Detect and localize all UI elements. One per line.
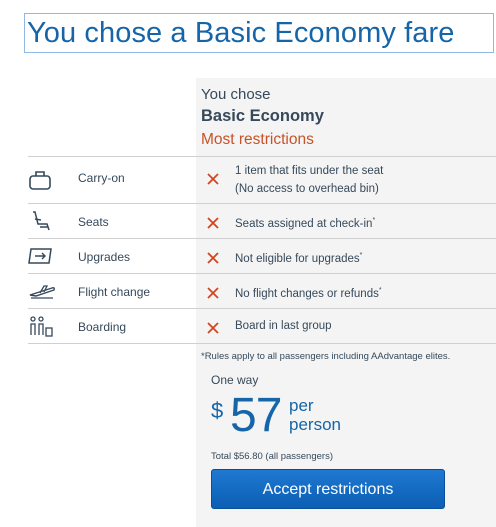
row-description: Board in last group bbox=[235, 320, 332, 332]
page-title: You chose a Basic Economy fare bbox=[27, 17, 455, 49]
seat-icon bbox=[28, 210, 56, 234]
x-mark-icon bbox=[206, 251, 220, 265]
price-amount: 57 bbox=[230, 389, 282, 442]
x-mark-icon bbox=[206, 321, 220, 335]
restriction-row-carry-on: Carry-on 1 item that fits under the seat… bbox=[28, 156, 496, 204]
row-description: Not eligible for upgrades* bbox=[235, 252, 363, 265]
restriction-row-flight-change: Flight change No flight changes or refun… bbox=[28, 273, 496, 309]
rules-footnote: *Rules apply to all passengers including… bbox=[201, 351, 451, 362]
trip-type: One way bbox=[211, 373, 259, 387]
restriction-row-seats: Seats Seats assigned at check-in* bbox=[28, 203, 496, 239]
x-mark-icon bbox=[206, 172, 220, 186]
restriction-level: Most restrictions bbox=[201, 131, 314, 148]
fare-name: Basic Economy bbox=[201, 107, 324, 125]
carry-on-bag-icon bbox=[28, 168, 56, 192]
row-description: No flight changes or refunds* bbox=[235, 287, 382, 300]
airplane-icon bbox=[28, 282, 56, 306]
x-mark-icon bbox=[206, 286, 220, 300]
restriction-row-upgrades: Upgrades Not eligible for upgrades* bbox=[28, 238, 496, 274]
you-chose-label: You chose bbox=[201, 86, 271, 103]
row-label: Seats bbox=[78, 215, 109, 229]
row-label: Carry-on bbox=[78, 171, 125, 185]
row-description: Seats assigned at check-in* bbox=[235, 217, 376, 230]
row-label: Flight change bbox=[78, 285, 151, 299]
accept-restrictions-button[interactable]: Accept restrictions bbox=[211, 469, 445, 509]
row-label: Upgrades bbox=[78, 250, 131, 264]
upgrade-ticket-icon bbox=[28, 246, 56, 270]
row-description: 1 item that fits under the seat (No acce… bbox=[235, 165, 384, 195]
x-mark-icon bbox=[206, 216, 220, 230]
restriction-row-boarding: Boarding Board in last group bbox=[28, 308, 496, 344]
row-label: Boarding bbox=[78, 320, 127, 334]
price-per-person: per person bbox=[289, 396, 341, 434]
boarding-group-icon bbox=[28, 315, 56, 339]
price-total: Total $56.80 (all passengers) bbox=[211, 451, 333, 462]
page-title-box: You chose a Basic Economy fare bbox=[24, 13, 494, 53]
price-currency: $ bbox=[211, 398, 224, 423]
